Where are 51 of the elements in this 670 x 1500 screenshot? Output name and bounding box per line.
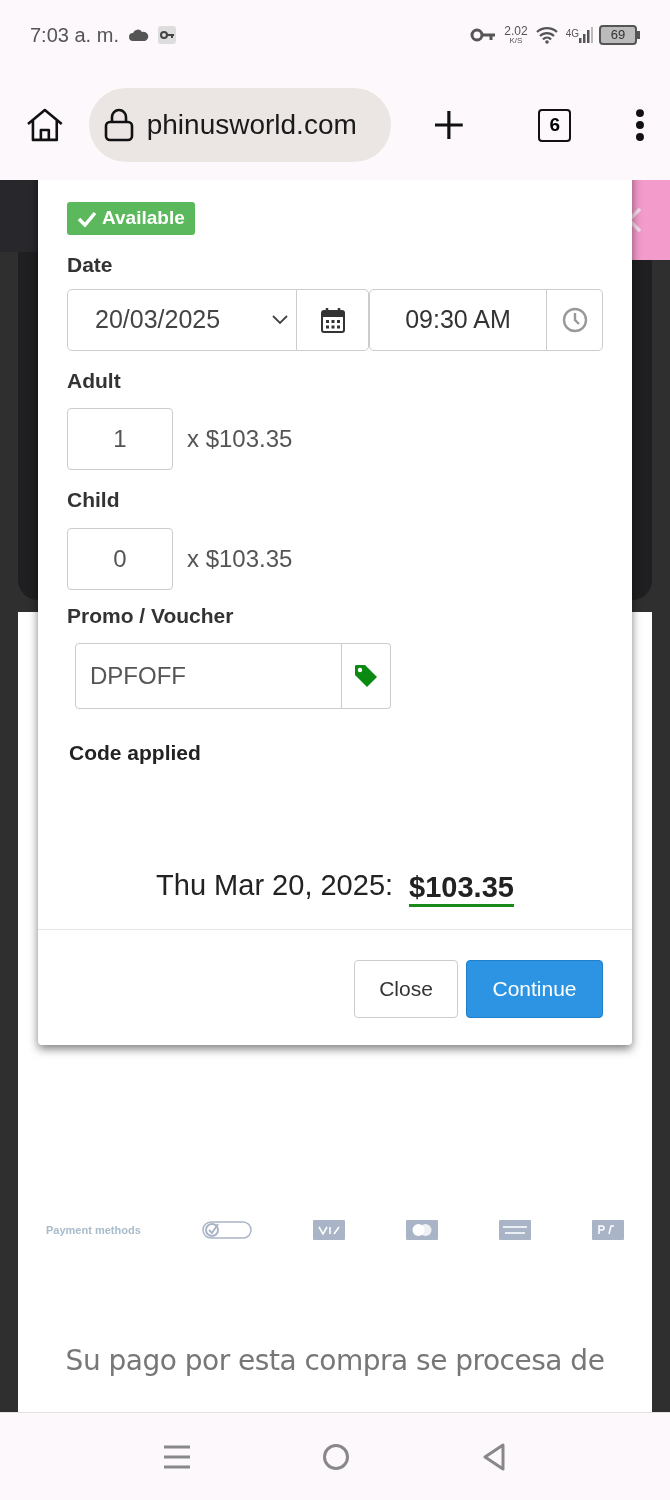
field-label: Adult (67, 367, 122, 394)
card-icon (405, 1220, 438, 1240)
clock-icon (561, 306, 588, 333)
total-price: $103.35 (409, 870, 514, 907)
calendar-icon (320, 306, 345, 333)
available-badge: Available (67, 202, 195, 235)
total-date: Thu Mar 20, 2025: (156, 867, 394, 903)
field-label: Promo / Voucher (67, 602, 235, 629)
date-select[interactable]: 20/03/2025 (67, 288, 297, 351)
url-text: phinusworld.com (146, 108, 357, 142)
tag-icon (353, 663, 379, 689)
time-field[interactable]: 09:30 AM (369, 288, 547, 351)
payment-methods-label: Payment methods (46, 1222, 141, 1238)
status-time: 7:03 a. m. (30, 23, 119, 48)
wifi-icon (535, 26, 558, 44)
network-type: 4G (565, 27, 579, 41)
tab-count-button[interactable]: 6 (538, 108, 572, 142)
field-label: Date (67, 252, 114, 278)
back-icon[interactable] (482, 1442, 506, 1471)
home-icon[interactable] (25, 107, 65, 143)
clock-button[interactable] (547, 288, 603, 351)
promo-code-field[interactable]: DPFOFF (75, 643, 342, 709)
signal-icon (579, 27, 593, 43)
chevron-down-icon (272, 314, 288, 325)
recent-apps-icon[interactable] (164, 1444, 190, 1469)
calendar-button[interactable] (297, 288, 369, 351)
field-label: Child (67, 487, 121, 513)
card-icon (498, 1220, 531, 1240)
menu-icon[interactable] (635, 108, 645, 142)
network-speed-unit: K/S (509, 37, 523, 45)
cloud-icon (128, 29, 149, 41)
unit-price: x $103.35 (187, 424, 293, 454)
address-bar[interactable]: phinusworld.com (88, 88, 391, 162)
quantity-field[interactable]: 0 (67, 527, 173, 590)
check-icon (77, 210, 97, 227)
card-icon (312, 1220, 345, 1240)
battery-icon: 69 (599, 25, 640, 45)
home-button-icon[interactable] (322, 1442, 350, 1471)
vpn-key-icon (470, 28, 497, 42)
promo-status-text: Code applied (69, 740, 202, 766)
apply-code-button[interactable] (342, 643, 391, 709)
key-notification-icon (156, 25, 177, 45)
unit-price: x $103.35 (187, 543, 293, 574)
lock-icon (102, 108, 135, 142)
secured-seal-icon (201, 1220, 252, 1240)
close-button[interactable]: Close (354, 960, 458, 1018)
card-icon (592, 1220, 624, 1240)
secure-payment-text: Su pago por esta compra se procesa de (65, 1343, 605, 1379)
new-tab-icon[interactable] (432, 109, 465, 141)
quantity-field[interactable]: 1 (67, 408, 173, 470)
network-speed: 2.02 (504, 25, 528, 37)
